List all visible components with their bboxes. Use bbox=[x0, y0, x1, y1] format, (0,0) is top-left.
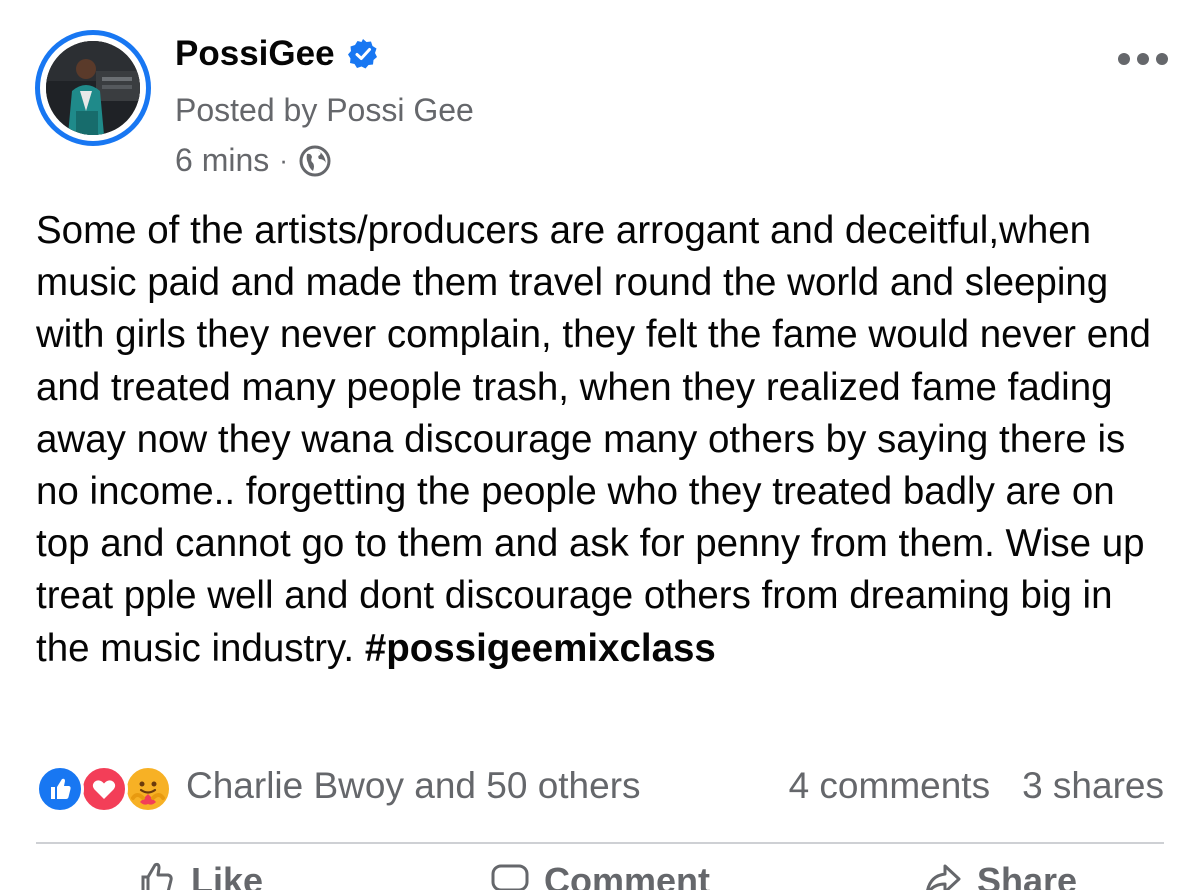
page-name-row: PossiGee bbox=[175, 32, 379, 76]
like-icon bbox=[36, 765, 84, 813]
facebook-post: PossiGee Posted by Possi Gee 6 mins · So… bbox=[0, 0, 1200, 890]
engagement-counts: 4 comments 3 shares bbox=[789, 765, 1164, 807]
comment-button[interactable]: Comment bbox=[400, 860, 800, 890]
comments-count[interactable]: 4 comments bbox=[789, 765, 991, 807]
reactions-summary: Charlie Bwoy and 50 others 4 comments 3 … bbox=[36, 758, 1164, 814]
page-name[interactable]: PossiGee bbox=[175, 34, 335, 74]
reaction-icons[interactable] bbox=[36, 763, 178, 813]
share-button[interactable]: Share bbox=[800, 860, 1200, 890]
page-avatar[interactable] bbox=[35, 30, 151, 146]
like-label: Like bbox=[190, 860, 264, 890]
post-body: Some of the artists/producers are arroga… bbox=[36, 205, 1176, 675]
more-dot bbox=[1137, 53, 1149, 65]
comment-icon bbox=[491, 864, 529, 890]
comment-label: Comment bbox=[543, 860, 710, 890]
love-icon bbox=[80, 765, 128, 813]
meta-separator: · bbox=[279, 145, 288, 175]
hashtag-link[interactable]: #possigeemixclass bbox=[365, 627, 716, 670]
verified-badge-icon bbox=[347, 39, 377, 69]
more-dot bbox=[1118, 53, 1130, 65]
globe-icon bbox=[299, 145, 331, 176]
reactors-text[interactable]: Charlie Bwoy and 50 others bbox=[186, 765, 641, 807]
action-bar: Like Comment Share bbox=[0, 860, 1200, 890]
posted-by: Posted by Possi Gee bbox=[175, 92, 474, 128]
more-options-icon[interactable] bbox=[1118, 46, 1168, 72]
care-icon bbox=[124, 765, 172, 813]
share-label: Share bbox=[976, 860, 1078, 890]
avatar-photo bbox=[46, 41, 140, 135]
post-meta: 6 mins · bbox=[175, 142, 332, 179]
more-dot bbox=[1156, 53, 1168, 65]
share-icon bbox=[926, 864, 961, 890]
divider bbox=[36, 842, 1164, 844]
thumbs-up-icon bbox=[141, 862, 173, 890]
post-time[interactable]: 6 mins bbox=[175, 142, 269, 179]
post-text: Some of the artists/producers are arroga… bbox=[36, 209, 1151, 670]
like-button[interactable]: Like bbox=[0, 860, 400, 890]
shares-count[interactable]: 3 shares bbox=[1022, 765, 1164, 807]
